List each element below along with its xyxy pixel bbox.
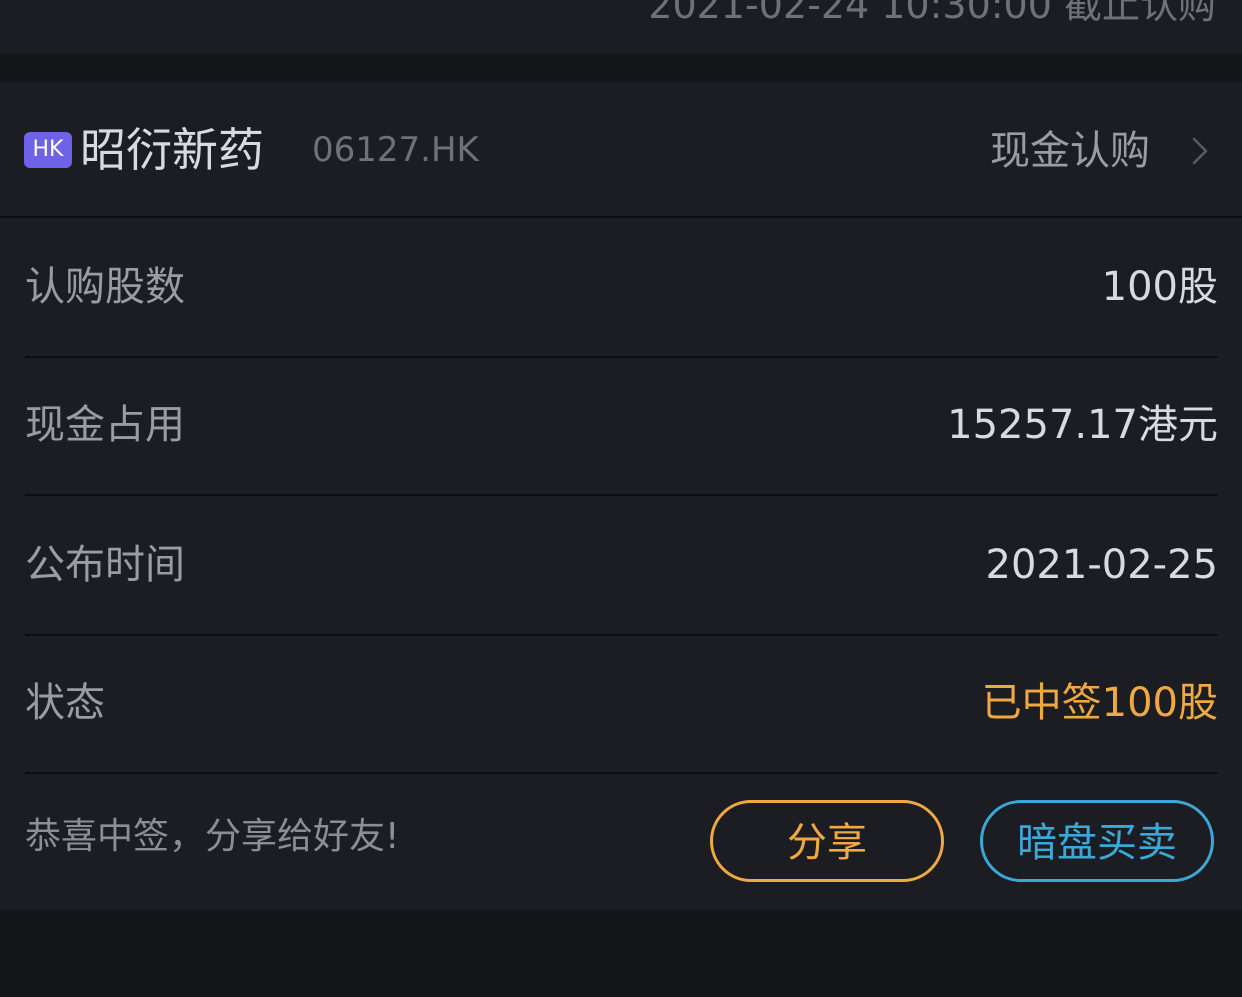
row-value: 15257.17港元 <box>947 402 1218 448</box>
row-label: 公布时间 <box>25 542 185 588</box>
row-label: 现金占用 <box>25 402 185 448</box>
chevron-right-icon[interactable] <box>1184 136 1214 166</box>
previous-card: 2021-02-24 10:30:00 截止认购 <box>0 0 1242 54</box>
subscription-deadline-text: 2021-02-24 10:30:00 截止认购 <box>648 0 1216 27</box>
row-value: 100股 <box>1101 264 1218 310</box>
share-button[interactable]: 分享 <box>710 800 944 882</box>
stock-code: 06127.HK <box>312 130 479 170</box>
share-footer: 恭喜中签，分享给好友! 分享 暗盘买卖 <box>0 774 1242 910</box>
subscription-type: 现金认购 <box>990 128 1150 174</box>
congrats-text: 恭喜中签，分享给好友! <box>25 816 400 857</box>
row-cash-occupied: 现金占用 15257.17港元 <box>25 356 1218 496</box>
row-announcement-date: 公布时间 2021-02-25 <box>25 496 1218 636</box>
ipo-subscription-card: HK 昭衍新药 06127.HK 现金认购 认购股数 100股 现金占用 152… <box>0 82 1242 910</box>
grey-market-trade-button[interactable]: 暗盘买卖 <box>980 800 1214 882</box>
row-subscribed-shares: 认购股数 100股 <box>25 218 1218 358</box>
stock-name: 昭衍新药 <box>80 123 264 177</box>
market-badge: HK <box>24 132 72 168</box>
row-label: 状态 <box>25 680 105 726</box>
row-status: 状态 已中签100股 <box>25 634 1218 774</box>
row-label: 认购股数 <box>25 264 185 310</box>
row-value: 2021-02-25 <box>985 542 1218 588</box>
status-value: 已中签100股 <box>981 680 1218 726</box>
stock-header[interactable]: HK 昭衍新药 06127.HK 现金认购 <box>0 82 1242 218</box>
